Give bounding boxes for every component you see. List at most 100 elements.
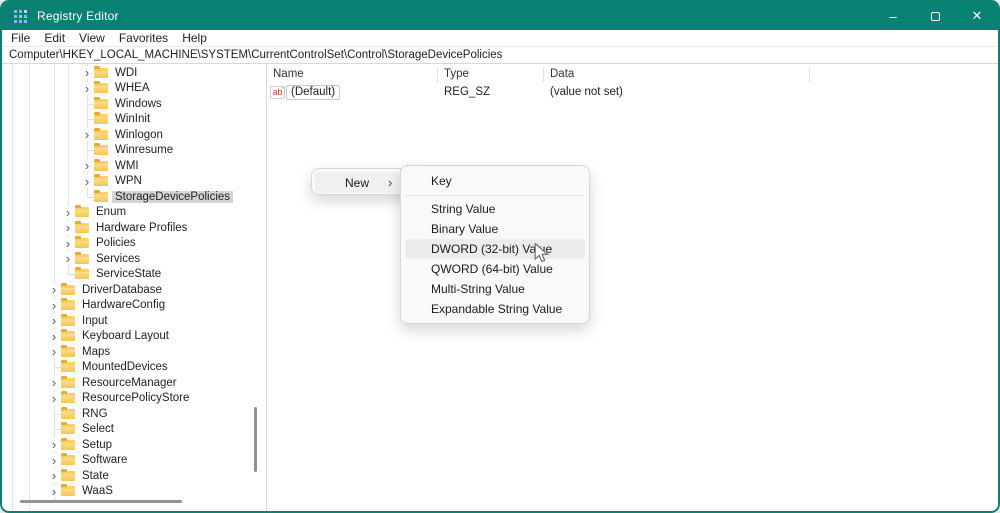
- submenu-item-string-value[interactable]: String Value: [405, 199, 585, 219]
- tree-item-wmi[interactable]: › WMI: [2, 158, 266, 174]
- chevron-right-icon[interactable]: ›: [47, 454, 61, 467]
- folder-icon: [75, 254, 89, 264]
- tree-item-label: Services: [93, 253, 143, 265]
- tree-item-label: Winresume: [112, 144, 176, 156]
- chevron-right-icon[interactable]: ›: [47, 283, 61, 296]
- menu-favorites[interactable]: Favorites: [119, 31, 168, 45]
- tree-item-label: ServiceState: [93, 268, 164, 280]
- column-header-name[interactable]: Name: [267, 67, 438, 82]
- tree-item-mounteddevices[interactable]: MountedDevices: [2, 360, 266, 376]
- close-button[interactable]: ✕: [956, 2, 998, 30]
- tree-item-label: Hardware Profiles: [93, 222, 190, 234]
- tree-item-wininit[interactable]: WinInit: [2, 112, 266, 128]
- chevron-right-icon[interactable]: ›: [47, 314, 61, 327]
- chevron-right-icon[interactable]: ›: [47, 485, 61, 498]
- tree-item-waas[interactable]: ›WaaS: [2, 484, 266, 500]
- chevron-right-icon[interactable]: ›: [47, 392, 61, 405]
- tree-item-storagedevicepolicies[interactable]: StorageDevicePolicies: [2, 189, 266, 205]
- tree-item-input[interactable]: ›Input: [2, 313, 266, 329]
- tree-item-rng[interactable]: RNG: [2, 406, 266, 422]
- minimize-button[interactable]: –: [872, 2, 914, 30]
- menu-edit[interactable]: Edit: [44, 31, 65, 45]
- tree-item-label: WMI: [112, 160, 142, 172]
- chevron-right-icon[interactable]: ›: [80, 66, 94, 79]
- tree-item-whea[interactable]: ›WHEA: [2, 81, 266, 97]
- folder-icon: [61, 347, 75, 357]
- tree-item-winresume[interactable]: Winresume: [2, 143, 266, 159]
- tree-horizontal-scrollbar[interactable]: [20, 500, 182, 503]
- chevron-right-icon[interactable]: ›: [47, 438, 61, 451]
- submenu-item-dword-32-bit-value[interactable]: DWORD (32-bit) Value: [405, 239, 585, 259]
- folder-icon: [75, 238, 89, 248]
- tree-item-winlogon[interactable]: › Winlogon: [2, 127, 266, 143]
- tree-item-label: HardwareConfig: [79, 299, 168, 311]
- chevron-right-icon[interactable]: ›: [47, 376, 61, 389]
- mouse-cursor: [533, 243, 549, 269]
- chevron-right-icon[interactable]: ›: [47, 299, 61, 312]
- tree-item-hardware-profiles[interactable]: › Hardware Profiles: [2, 220, 266, 236]
- tree-item-resourcepolicystore[interactable]: › ResourcePolicyStore: [2, 391, 266, 407]
- tree-item-policies[interactable]: ›Policies: [2, 236, 266, 252]
- address-bar[interactable]: Computer\HKEY_LOCAL_MACHINE\SYSTEM\Curre…: [2, 47, 998, 64]
- tree-item-hardwareconfig[interactable]: › HardwareConfig: [2, 298, 266, 314]
- tree-item-resourcemanager[interactable]: ›ResourceManager: [2, 375, 266, 391]
- chevron-right-icon[interactable]: ›: [80, 159, 94, 172]
- tree-item-label: MountedDevices: [79, 361, 171, 373]
- chevron-right-icon[interactable]: ›: [80, 128, 94, 141]
- menu-file[interactable]: File: [11, 31, 30, 45]
- list-rows: ab(Default)REG_SZ(value not set): [267, 84, 998, 100]
- tree-item-maps[interactable]: ›Maps: [2, 344, 266, 360]
- column-header-type[interactable]: Type: [438, 67, 544, 82]
- chevron-right-icon[interactable]: ›: [47, 330, 61, 343]
- folder-icon: [61, 378, 75, 388]
- tree-item-driverdatabase[interactable]: ›DriverDatabase: [2, 282, 266, 298]
- tree-item-state[interactable]: ›State: [2, 468, 266, 484]
- chevron-right-icon[interactable]: ›: [80, 175, 94, 188]
- submenu-item-qword-64-bit-value[interactable]: QWORD (64-bit) Value: [405, 259, 585, 279]
- tree-item-select[interactable]: Select: [2, 422, 266, 438]
- chevron-right-icon[interactable]: ›: [61, 206, 75, 219]
- folder-icon: [61, 471, 75, 481]
- registry-app-icon: [14, 10, 27, 23]
- menu-bar: File Edit View Favorites Help: [2, 30, 998, 47]
- folder-icon: [75, 223, 89, 233]
- tree-item-label: Winlogon: [112, 129, 166, 141]
- tree-item-wdi[interactable]: › WDI: [2, 65, 266, 81]
- tree-item-windows[interactable]: Windows: [2, 96, 266, 112]
- menu-help[interactable]: Help: [182, 31, 207, 45]
- chevron-right-icon[interactable]: ›: [61, 221, 75, 234]
- chevron-right-icon[interactable]: ›: [80, 82, 94, 95]
- chevron-right-icon[interactable]: ›: [47, 345, 61, 358]
- tree-item-wpn[interactable]: ›WPN: [2, 174, 266, 190]
- folder-icon: [61, 362, 75, 372]
- tree-item-software[interactable]: ›Software: [2, 453, 266, 469]
- chevron-right-icon[interactable]: ›: [61, 252, 75, 265]
- tree-items: ›WDI›WHEAWindowsWinInit›WinlogonWinresum…: [2, 65, 266, 499]
- folder-icon: [61, 393, 75, 403]
- submenu-item-key[interactable]: Key: [405, 170, 585, 192]
- tree-item-label: WDI: [112, 67, 140, 79]
- value-list-pane[interactable]: NameTypeData ab(Default)REG_SZ(value not…: [267, 64, 998, 511]
- chevron-right-icon[interactable]: ›: [61, 237, 75, 250]
- tree-item-keyboard-layout[interactable]: ›Keyboard Layout: [2, 329, 266, 345]
- tree-connector: [47, 360, 61, 376]
- tree-item-services[interactable]: › Services: [2, 251, 266, 267]
- column-header-data[interactable]: Data: [544, 67, 810, 82]
- value-row[interactable]: ab(Default)REG_SZ(value not set): [267, 84, 998, 100]
- chevron-right-icon[interactable]: ›: [47, 469, 61, 482]
- menu-view[interactable]: View: [79, 31, 105, 45]
- tree-item-label: ResourcePolicyStore: [79, 392, 192, 404]
- registry-tree-pane[interactable]: ›WDI›WHEAWindowsWinInit›WinlogonWinresum…: [2, 64, 267, 511]
- submenu-item-binary-value[interactable]: Binary Value: [405, 219, 585, 239]
- folder-icon: [61, 300, 75, 310]
- tree-item-label: Select: [79, 423, 117, 435]
- folder-icon: [94, 99, 108, 109]
- submenu-item-expandable-string-value[interactable]: Expandable String Value: [405, 299, 585, 319]
- tree-item-setup[interactable]: ›Setup: [2, 437, 266, 453]
- tree-item-servicestate[interactable]: ServiceState: [2, 267, 266, 283]
- maximize-button[interactable]: [914, 2, 956, 30]
- tree-item-enum[interactable]: ›Enum: [2, 205, 266, 221]
- tree-vertical-scrollbar[interactable]: [254, 407, 257, 472]
- submenu-item-multi-string-value[interactable]: Multi-String Value: [405, 279, 585, 299]
- window-controls: – ✕: [872, 2, 998, 30]
